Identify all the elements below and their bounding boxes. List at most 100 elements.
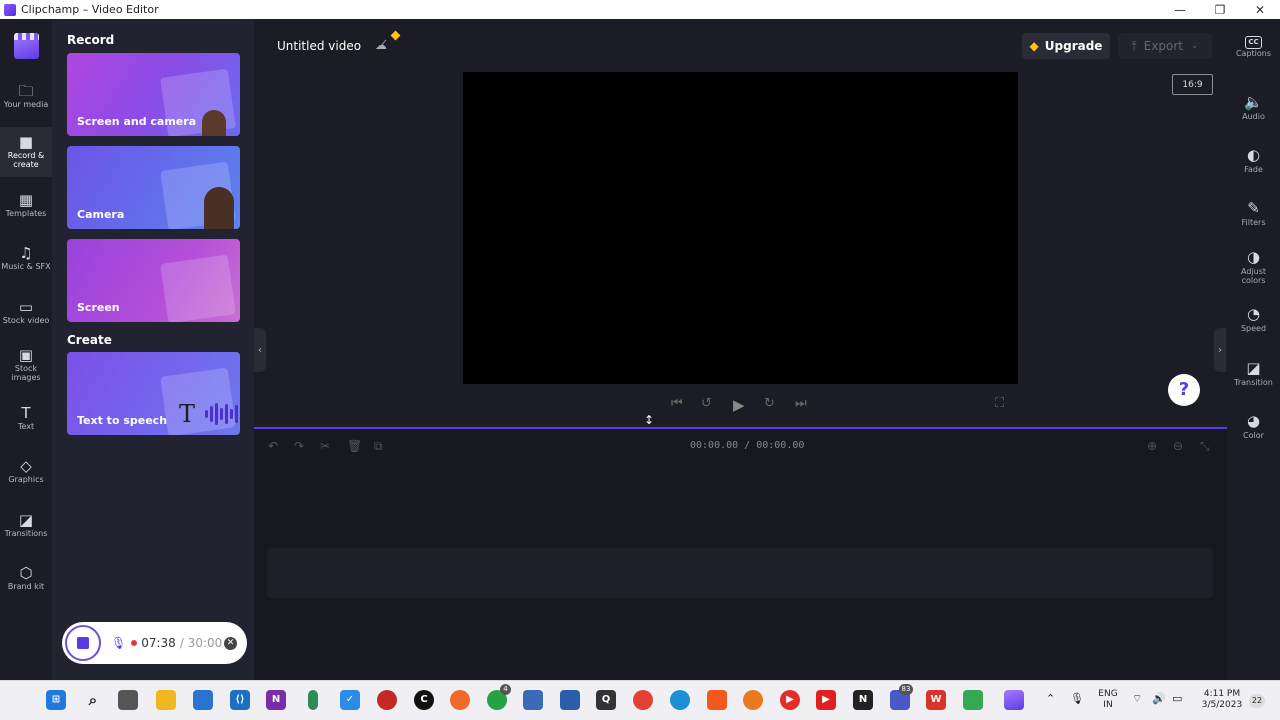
mongodb-icon[interactable]: [308, 690, 318, 710]
recording-elapsed-time: 07:38: [141, 636, 176, 650]
wifi-icon[interactable]: ⌔: [1132, 693, 1142, 704]
music-note-icon: ♫: [19, 244, 33, 262]
ms-store-icon[interactable]: [193, 690, 213, 710]
presenter-thumbnail: [204, 187, 234, 229]
nav-templates[interactable]: ▦ Templates: [0, 191, 52, 231]
timeline-track[interactable]: [267, 548, 1213, 598]
split-icon[interactable]: ✂: [320, 439, 330, 453]
skip-forward-icon[interactable]: ⏭: [795, 396, 807, 411]
fade-icon: ◐: [1246, 146, 1261, 164]
edge-icon[interactable]: [670, 690, 690, 710]
color-button[interactable]: ◕ Color: [1227, 412, 1280, 440]
firefox-icon[interactable]: [743, 690, 763, 710]
text-glyph-icon: T: [179, 400, 196, 428]
youtube-icon[interactable]: ▶: [816, 690, 836, 710]
minimize-button[interactable]: —: [1160, 0, 1200, 19]
windows-start-icon[interactable]: ⊞: [46, 690, 66, 710]
fullscreen-icon[interactable]: ⛶: [995, 396, 1004, 411]
rewind-5s-icon[interactable]: ↺: [701, 396, 712, 411]
play-icon[interactable]: ▶: [733, 396, 745, 414]
nav-transitions[interactable]: ◪ Transitions: [0, 511, 52, 551]
collapse-right-panel-button[interactable]: ›: [1214, 328, 1226, 372]
aspect-ratio-button[interactable]: 16:9: [1172, 74, 1213, 95]
video-preview: [463, 72, 1018, 384]
window-titlebar: Clipchamp – Video Editor — ❐ ✕: [0, 0, 1280, 19]
battery-icon[interactable]: ▭: [1172, 693, 1182, 704]
undo-icon[interactable]: ↶: [268, 439, 278, 453]
clipchamp-logo[interactable]: [14, 33, 39, 59]
nav-text[interactable]: T Text: [0, 404, 52, 444]
chrome-icon[interactable]: [633, 690, 653, 710]
clipchamp-taskbar-icon[interactable]: [1004, 690, 1024, 710]
fade-button[interactable]: ◐ Fade: [1227, 146, 1280, 174]
network-app-icon[interactable]: [560, 690, 580, 710]
help-button[interactable]: ?: [1168, 374, 1200, 406]
onenote-icon[interactable]: N: [266, 690, 286, 710]
nav-stock-video[interactable]: ▭ Stock video: [0, 298, 52, 338]
nav-stock-images[interactable]: ▣ Stock images: [0, 346, 52, 392]
clock[interactable]: 4:11 PM 3/5/2023: [1198, 689, 1246, 711]
export-button[interactable]: ⤒ Export ⌄: [1118, 33, 1212, 59]
maximize-button[interactable]: ❐: [1200, 0, 1240, 19]
nav-brand-kit[interactable]: ⬡ Brand kit: [0, 564, 52, 604]
video-title[interactable]: Untitled video: [277, 39, 361, 53]
todo-icon[interactable]: ✓: [340, 690, 360, 710]
google-drive-icon[interactable]: [963, 690, 983, 710]
screen-and-camera-card[interactable]: Screen and camera: [67, 53, 240, 136]
text-to-speech-card[interactable]: T Text to speech: [67, 352, 240, 435]
nav-your-media[interactable]: 🗀 Your media: [0, 82, 52, 122]
fit-timeline-icon[interactable]: ⤡: [1200, 439, 1210, 454]
microphone-tray-icon[interactable]: 🎙: [1070, 693, 1084, 704]
youtube-music-icon[interactable]: ▶: [780, 690, 800, 710]
resize-cursor-icon: ↕: [644, 413, 655, 427]
brave-icon[interactable]: [707, 690, 727, 710]
delete-icon[interactable]: 🗑: [347, 439, 362, 453]
notification-count[interactable]: 22: [1249, 694, 1265, 708]
close-recording-icon[interactable]: ✕: [224, 636, 237, 650]
volume-icon[interactable]: 🔊: [1152, 693, 1166, 704]
clipchamp-app-icon: [4, 3, 16, 16]
speaker-icon: 🔈: [1244, 93, 1263, 111]
nav-music-sfx[interactable]: ♫ Music & SFX: [0, 244, 52, 284]
create-section-title: Create: [67, 333, 112, 347]
q-app-icon[interactable]: Q: [596, 690, 616, 710]
screen-card[interactable]: Screen: [67, 239, 240, 322]
redo-icon[interactable]: ↷: [294, 439, 304, 453]
text-icon: T: [21, 404, 31, 422]
chevron-up-icon[interactable]: ⌃: [1046, 693, 1055, 704]
vscode-icon[interactable]: ⟨⟩: [230, 690, 250, 710]
recording-indicator: [131, 640, 138, 646]
speed-button[interactable]: ◔ Speed: [1227, 305, 1280, 333]
stop-recording-button[interactable]: [65, 625, 101, 661]
wps-icon[interactable]: W: [926, 690, 946, 710]
film-icon: ▭: [18, 298, 34, 316]
skip-back-icon[interactable]: ⏮: [671, 396, 683, 411]
forward-5s-icon[interactable]: ↻: [764, 396, 775, 411]
language-indicator[interactable]: ENG IN: [1096, 689, 1120, 711]
transition-button[interactable]: ◪ Transition: [1227, 359, 1280, 387]
file-explorer-icon[interactable]: [156, 690, 176, 710]
notion-icon[interactable]: N: [853, 690, 873, 710]
task-view-icon[interactable]: [118, 690, 138, 710]
zoom-out-icon[interactable]: ⊖: [1173, 439, 1183, 453]
zoom-in-icon[interactable]: ⊕: [1147, 439, 1157, 453]
postman-icon[interactable]: [450, 690, 470, 710]
remote-app-icon[interactable]: [523, 690, 543, 710]
recording-control-bar: 🎙 07:38 / 30:00 ✕: [62, 622, 247, 664]
audio-button[interactable]: 🔈 Audio: [1227, 93, 1280, 121]
close-window-button[interactable]: ✕: [1240, 0, 1280, 19]
microphone-icon[interactable]: 🎙: [111, 636, 126, 650]
nav-graphics[interactable]: ◇ Graphics: [0, 457, 52, 497]
upgrade-button[interactable]: ◆ Upgrade: [1022, 33, 1110, 59]
adjust-colors-button[interactable]: ◑ Adjust colors: [1227, 248, 1280, 285]
c-app-icon[interactable]: C: [414, 690, 434, 710]
captions-button[interactable]: CC Captions: [1227, 30, 1280, 58]
search-icon[interactable]: ⌕: [83, 690, 103, 710]
speedometer-icon: ◔: [1246, 305, 1261, 323]
camera-card[interactable]: Camera: [67, 146, 240, 229]
filters-button[interactable]: ✎ Filters: [1227, 199, 1280, 227]
nav-record-create[interactable]: ■ Record & create: [0, 127, 52, 177]
duplicate-icon[interactable]: ⧉: [374, 439, 383, 454]
red-app-icon[interactable]: [377, 690, 397, 710]
collapse-left-panel-button[interactable]: ‹: [254, 328, 266, 372]
